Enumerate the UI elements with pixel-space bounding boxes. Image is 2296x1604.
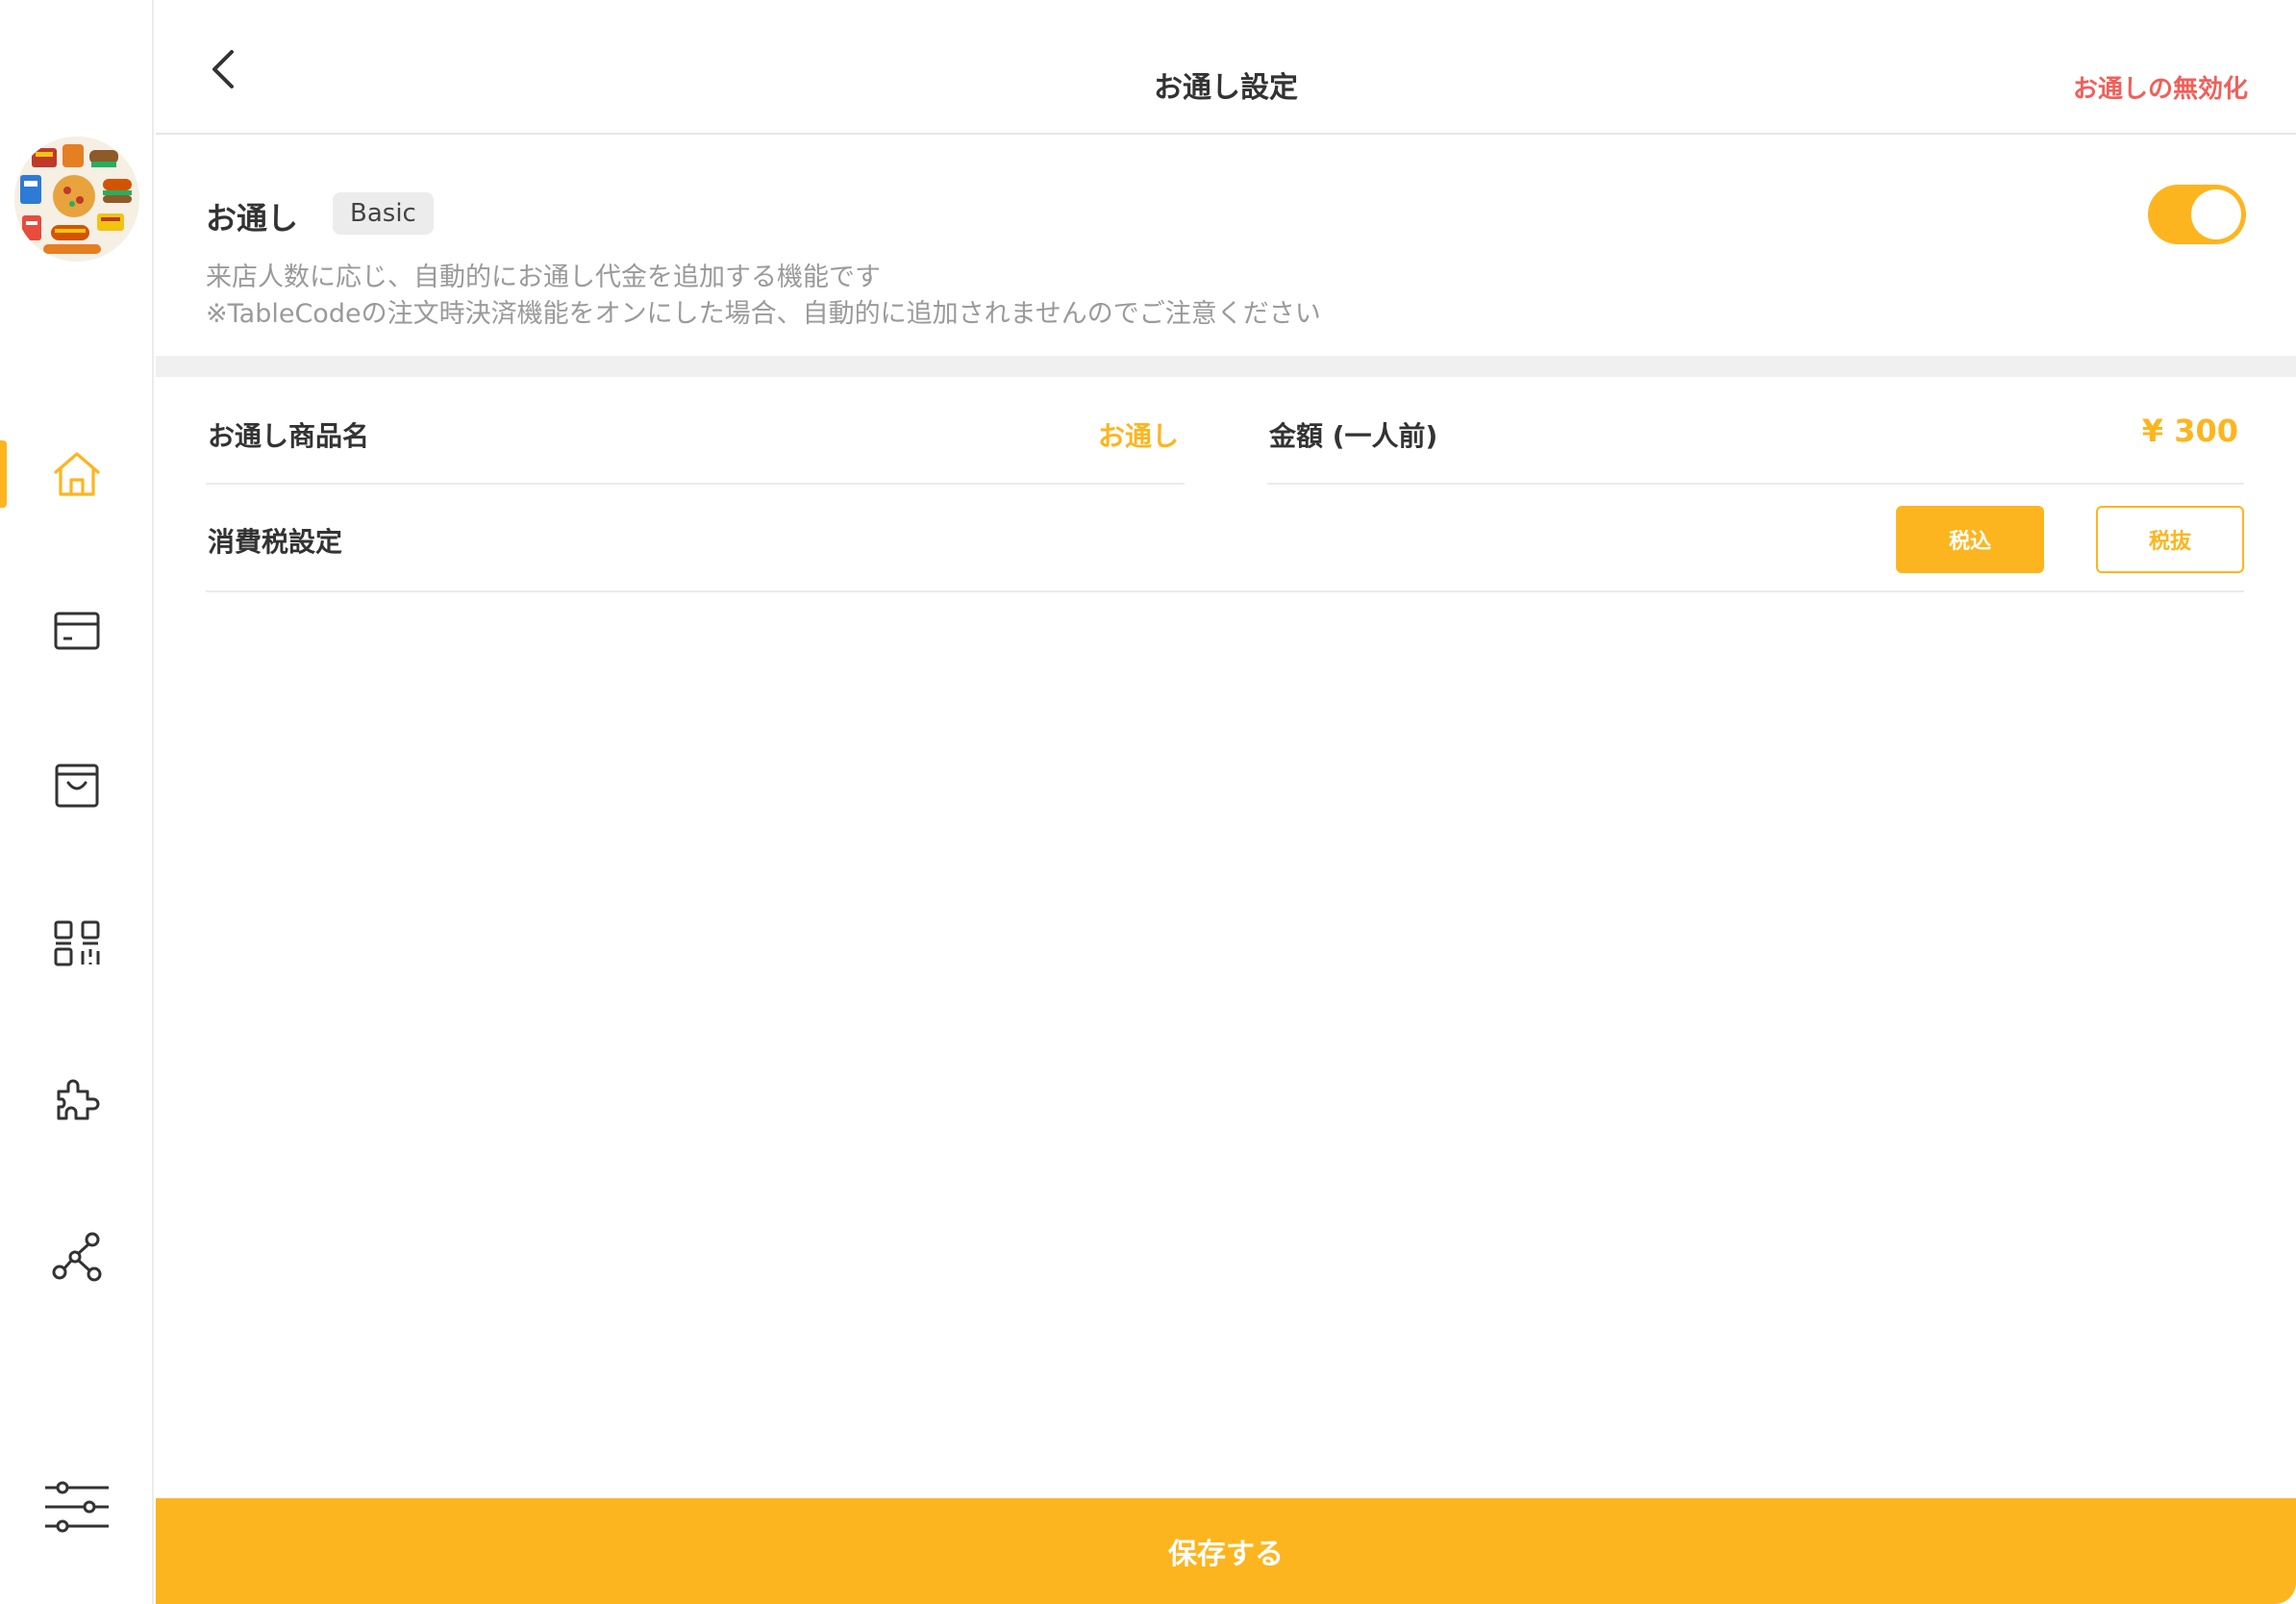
disable-feature-link[interactable]: お通しの無効化 [2073, 69, 2248, 105]
food-illustration-icon [14, 137, 139, 262]
section-divider [156, 356, 2296, 377]
feature-title: お通し [206, 200, 299, 237]
sidebar-item-qr[interactable] [0, 900, 154, 987]
sidebar-item-orders[interactable] [0, 742, 154, 829]
feature-description: 来店人数に応じ、自動的にお通し代金を追加する機能です ※TableCodeの注文… [206, 260, 1321, 333]
sidebar-item-home[interactable] [0, 431, 154, 517]
description-line-1: 来店人数に応じ、自動的にお通し代金を追加する機能です [206, 263, 881, 292]
sidebar-item-integrations[interactable] [0, 1214, 154, 1300]
product-name-label: お通し商品名 [208, 420, 370, 452]
toggle-knob [2191, 189, 2241, 239]
sidebar-item-payments[interactable] [0, 588, 154, 674]
qr-code-icon [52, 918, 102, 968]
sidebar [0, 0, 154, 1604]
home-icon [51, 448, 103, 500]
tax-setting-label: 消費税設定 [208, 526, 343, 558]
tax-excluded-button[interactable]: 税抜 [2096, 506, 2244, 573]
feature-section: お通し Basic 来店人数に応じ、自動的にお通し代金を追加する機能です ※Ta… [156, 137, 2296, 356]
app-window: お通し設定 お通しの無効化 お通し Basic 来店人数に応じ、自動的にお通し代… [0, 0, 2296, 1604]
settings-sliders-icon [43, 1480, 111, 1534]
description-line-2: ※TableCodeの注文時決済機能をオンにした場合、自動的に追加されませんので… [206, 299, 1321, 329]
store-avatar[interactable] [14, 137, 139, 262]
product-name-value[interactable]: お通し [1098, 415, 1179, 454]
puzzle-icon [51, 1074, 103, 1126]
sidebar-item-settings[interactable] [0, 1464, 154, 1550]
page-title: お通し設定 [1154, 71, 1298, 105]
price-value[interactable]: ¥ 300 [2142, 413, 2238, 449]
product-name-row[interactable]: お通し商品名 お通し [206, 377, 1185, 485]
price-label: 金額 (一人前) [1269, 420, 1438, 452]
tax-setting-row: 消費税設定 税込 税抜 [206, 485, 2244, 592]
save-button[interactable]: 保存する [156, 1498, 2296, 1604]
plan-badge: Basic [333, 192, 434, 235]
price-row[interactable]: 金額 (一人前) ¥ 300 [1267, 377, 2244, 485]
shopping-bag-icon [53, 762, 101, 810]
sidebar-item-plugins[interactable] [0, 1057, 154, 1143]
feature-toggle[interactable] [2148, 185, 2246, 244]
page-header: お通し設定 お通しの無効化 [156, 0, 2296, 135]
tax-included-button[interactable]: 税込 [1896, 506, 2044, 573]
card-icon [53, 610, 101, 652]
network-icon [50, 1230, 104, 1284]
